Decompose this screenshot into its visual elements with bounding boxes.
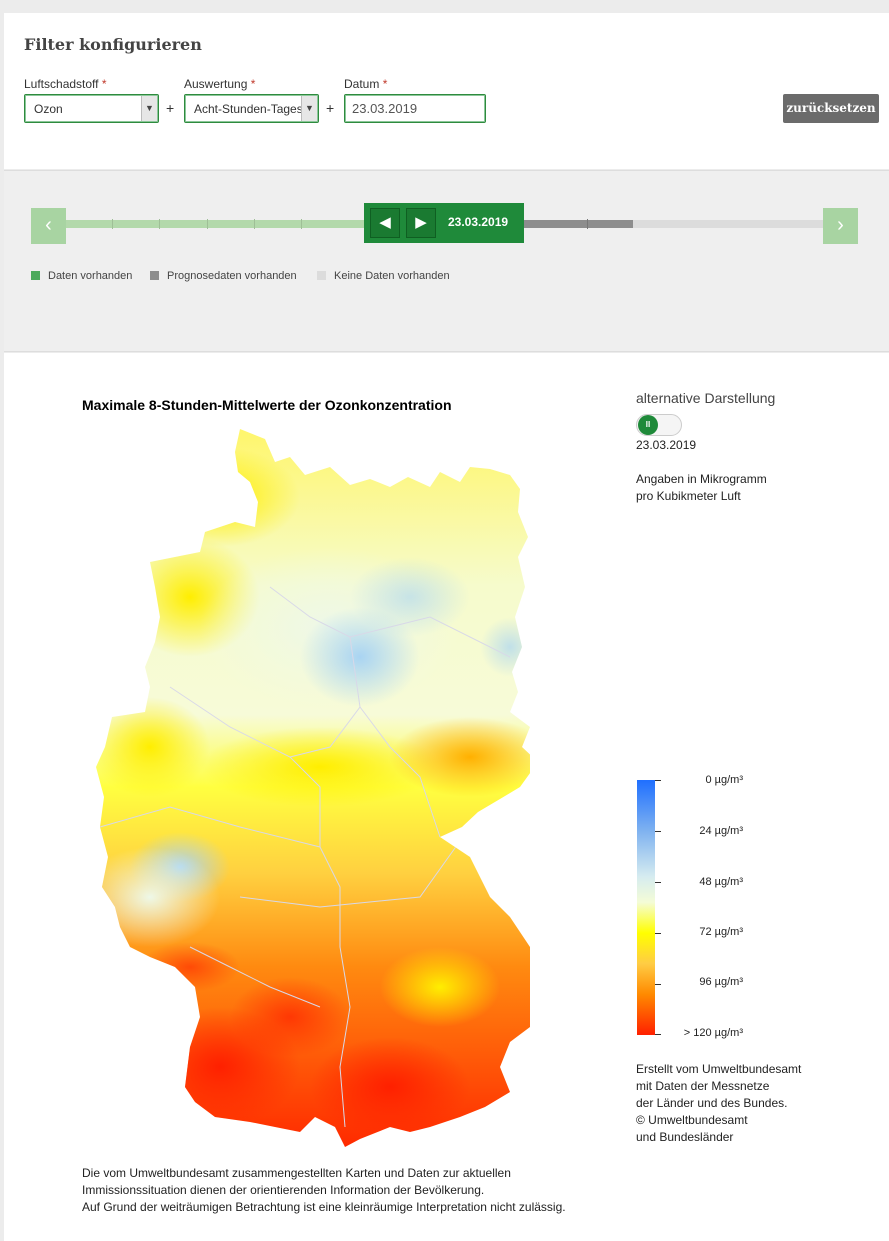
previous-day-button[interactable]: ◀: [370, 208, 400, 238]
timeline-current-date: 23.03.2019: [448, 215, 509, 229]
credit-line: © Umweltbundesamt: [636, 1113, 748, 1127]
legend-forecast-available: Prognosedaten vorhanden: [150, 270, 297, 282]
credit-line: der Länder und des Bundes.: [636, 1096, 788, 1110]
plus-sign: +: [166, 100, 175, 116]
timeline-empty-track[interactable]: [633, 220, 823, 228]
plus-sign: +: [326, 100, 335, 116]
filter-title: Filter konfigurieren: [24, 35, 202, 54]
timeline-tick: [159, 219, 160, 229]
legend-swatch: [317, 271, 326, 280]
triangle-left-icon: ◀: [379, 214, 391, 231]
pollutant-field: Luftschadstoff * Ozon ▼: [24, 77, 159, 123]
scale-tick: [655, 831, 661, 832]
chevron-right-icon: ›: [837, 214, 844, 236]
filter-panel: Filter konfigurieren Luftschadstoff * Oz…: [4, 13, 889, 169]
timeline-data-track[interactable]: [66, 220, 366, 228]
timeline-tick: [587, 219, 588, 229]
evaluation-field: Auswertung * Acht-Stunden-Tages ▼: [184, 77, 319, 123]
scale-label: 0 µg/m³: [705, 774, 743, 786]
date-input[interactable]: 23.03.2019: [344, 94, 486, 123]
reset-button[interactable]: zurücksetzen: [783, 94, 879, 123]
pollutant-select[interactable]: Ozon ▼: [24, 94, 159, 123]
scale-label: 48 µg/m³: [699, 876, 743, 888]
legend-no-data: Keine Daten vorhanden: [317, 270, 450, 282]
pollutant-value: Ozon: [34, 102, 63, 116]
credit-line: und Bundesländer: [636, 1130, 734, 1144]
scale-tick: [655, 1034, 661, 1035]
timeline-forecast-track[interactable]: [522, 220, 633, 228]
legend-swatch: [31, 271, 40, 280]
alternative-view-label: alternative Darstellung: [636, 390, 776, 406]
scale-label: 96 µg/m³: [699, 976, 743, 988]
units-line-2: pro Kubikmeter Luft: [636, 489, 741, 503]
map-panel: Maximale 8-Stunden-Mittelwerte der Ozonk…: [4, 353, 889, 1241]
timeline-next-button[interactable]: ›: [823, 208, 858, 244]
scale-label: 24 µg/m³: [699, 825, 743, 837]
scale-tick: [655, 780, 661, 781]
legend-data-available: Daten vorhanden: [31, 270, 132, 282]
disclaimer: Die vom Umweltbundesamt zusammengestellt…: [82, 1165, 566, 1216]
evaluation-value: Acht-Stunden-Tages: [194, 102, 303, 116]
timeline-tick: [207, 219, 208, 229]
pollutant-label: Luftschadstoff *: [24, 77, 107, 91]
chevron-left-icon: ‹: [45, 214, 52, 236]
timeline-tick: [112, 219, 113, 229]
evaluation-label: Auswertung *: [184, 77, 256, 91]
next-day-button[interactable]: ▶: [406, 208, 436, 238]
scale-tick: [655, 933, 661, 934]
alternative-view-toggle[interactable]: II: [636, 414, 682, 436]
chevron-down-icon[interactable]: ▼: [301, 96, 317, 121]
timeline-prev-button[interactable]: ‹: [31, 208, 66, 244]
color-scale-bar: [637, 780, 655, 1035]
scale-label: > 120 µg/m³: [683, 1027, 743, 1039]
timeline-current-marker: ◀ ▶ 23.03.2019: [364, 203, 524, 243]
ozone-map: [96, 429, 530, 1147]
timeline-tick: [301, 219, 302, 229]
disclaimer-line: Auf Grund der weiträumigen Betrachtung i…: [82, 1200, 566, 1214]
date-label: Datum *: [344, 77, 388, 91]
pause-icon[interactable]: II: [638, 415, 658, 435]
scale-label: 72 µg/m³: [699, 926, 743, 938]
map-date: 23.03.2019: [636, 438, 697, 452]
date-field: Datum * 23.03.2019: [344, 77, 486, 123]
scale-tick: [655, 882, 661, 883]
triangle-right-icon: ▶: [415, 214, 427, 231]
disclaimer-line: Die vom Umweltbundesamt zusammengestellt…: [82, 1166, 511, 1180]
timeline-tick: [254, 219, 255, 229]
units-line-1: Angaben in Mikrogramm: [636, 472, 767, 486]
map-title: Maximale 8-Stunden-Mittelwerte der Ozonk…: [82, 397, 452, 413]
chevron-down-icon[interactable]: ▼: [141, 96, 157, 121]
scale-tick: [655, 984, 661, 985]
credit-line: Erstellt vom Umweltbundesamt: [636, 1062, 802, 1076]
disclaimer-line: Immissionssituation dienen der orientier…: [82, 1183, 485, 1197]
timeline-panel: ‹ ◀ ▶ 23.03.2019 › Daten vorhanden Progn…: [4, 170, 889, 352]
legend-swatch: [150, 271, 159, 280]
credit-line: mit Daten der Messnetze: [636, 1079, 770, 1093]
evaluation-select[interactable]: Acht-Stunden-Tages ▼: [184, 94, 319, 123]
